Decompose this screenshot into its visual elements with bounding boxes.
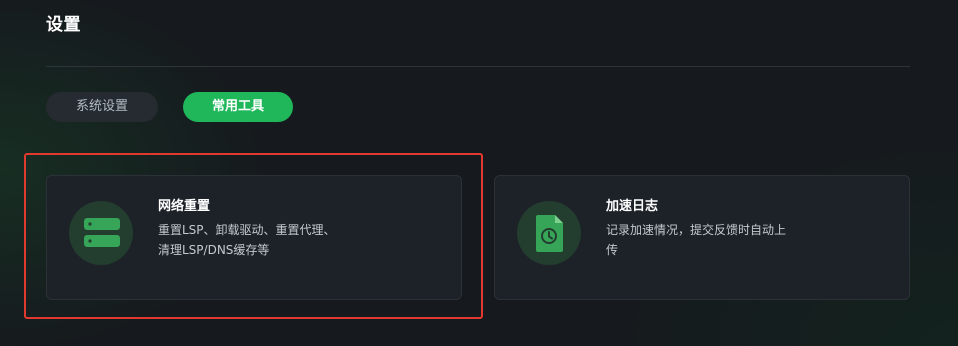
accel-log-desc-line-2: 传 — [606, 243, 619, 257]
network-reset-card[interactable]: 网络重置 重置LSP、卸载驱动、重置代理、 清理LSP/DNS缓存等 — [46, 175, 462, 300]
network-reset-title: 网络重置 — [158, 199, 211, 214]
header-divider — [46, 66, 910, 67]
network-reset-desc-line-2: 清理LSP/DNS缓存等 — [158, 243, 270, 257]
network-reset-desc-line-1: 重置LSP、卸载驱动、重置代理、 — [158, 223, 336, 237]
accel-log-desc-line-1: 记录加速情况，提交反馈时自动上 — [606, 223, 787, 237]
network-reset-icon-circle — [69, 201, 133, 265]
network-reset-description: 重置LSP、卸载驱动、重置代理、 清理LSP/DNS缓存等 — [158, 220, 348, 260]
log-file-icon — [536, 215, 563, 252]
accel-log-description: 记录加速情况，提交反馈时自动上 传 — [606, 220, 796, 260]
accel-log-icon-circle — [517, 201, 581, 265]
accel-log-title: 加速日志 — [606, 199, 659, 214]
tab-common-tools[interactable]: 常用工具 — [183, 92, 293, 122]
tab-system-settings[interactable]: 系统设置 — [46, 92, 158, 122]
server-icon — [84, 218, 120, 247]
page-title: 设置 — [46, 15, 81, 35]
accel-log-card[interactable]: 加速日志 记录加速情况，提交反馈时自动上 传 — [494, 175, 910, 300]
